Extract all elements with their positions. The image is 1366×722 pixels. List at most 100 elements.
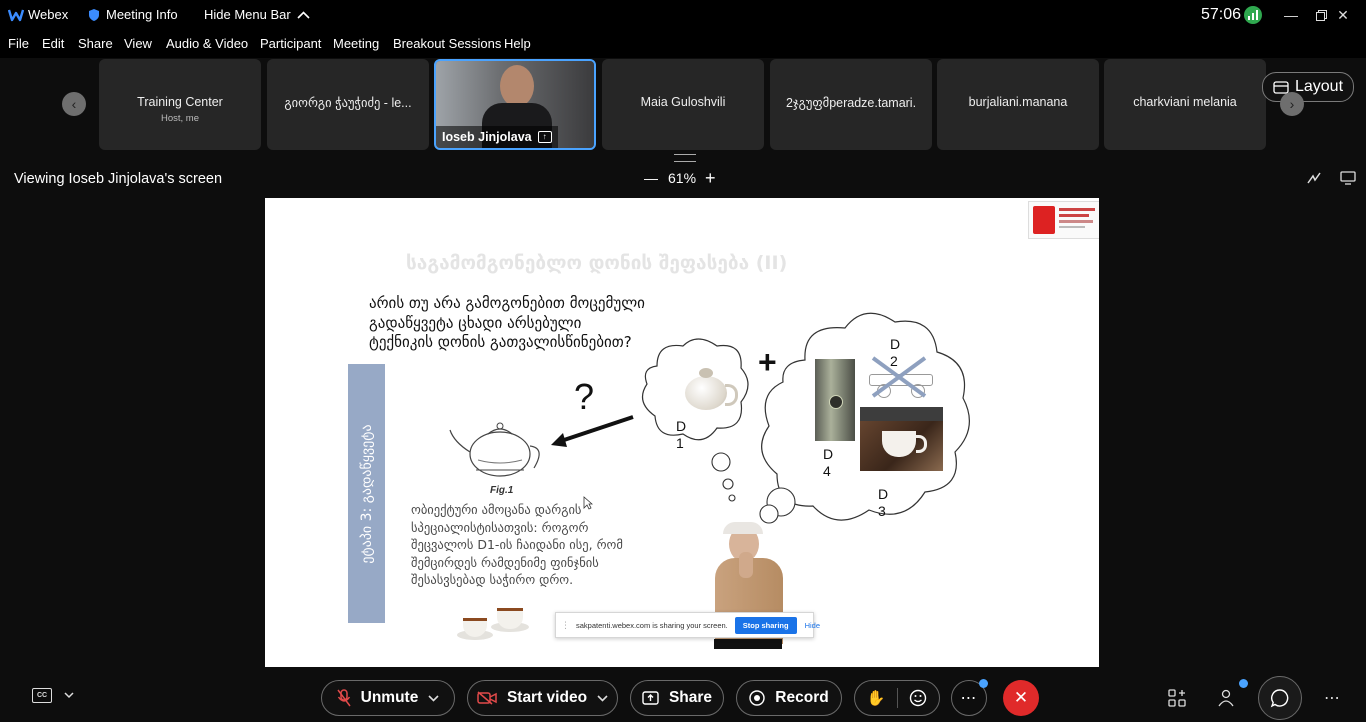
menu-file[interactable]: File	[8, 36, 29, 51]
participant-tile-active[interactable]: Ioseb Jinjolava ↑	[434, 59, 596, 150]
participant-name: charkviani melania	[1133, 95, 1237, 109]
app-name: Webex	[28, 7, 69, 22]
menu-share[interactable]: Share	[78, 36, 113, 51]
sharing-notice-text: sakpatenti.webex.com is sharing your scr…	[576, 620, 728, 630]
scroll-left-button[interactable]: ‹	[62, 92, 86, 116]
coffee-press-photo	[815, 359, 855, 441]
figure-label: Fig.1	[490, 485, 514, 496]
participant-name: Training Center	[137, 95, 223, 109]
menu-help[interactable]: Help	[504, 36, 531, 51]
annotate-icon[interactable]	[1306, 170, 1322, 189]
body-line: შეცვალოს D1-ის ჩაიდანი ისე, რომ	[411, 537, 623, 552]
unmute-button[interactable]: Unmute	[321, 680, 455, 716]
participants-notification-dot	[1239, 679, 1248, 688]
zoom-in-button[interactable]: +	[705, 168, 716, 189]
captions-button[interactable]: CC	[32, 688, 74, 703]
grip-icon[interactable]: ⋮	[561, 620, 570, 631]
participant-tile[interactable]: Training Center Host, me	[99, 59, 261, 150]
close-icon[interactable]: ✕	[1320, 0, 1366, 30]
menu-audio-video[interactable]: Audio & Video	[166, 36, 248, 51]
question-line: ტექნიკის დონის გათვალისწინებით?	[369, 333, 632, 351]
participant-role: Host, me	[160, 113, 199, 124]
sharing-icon: ↑	[537, 131, 552, 143]
slide-body-text: ობიექტური ამოცანა დარგის სპეციალისტისათვ…	[411, 501, 623, 589]
record-label: Record	[775, 689, 829, 706]
chevron-up-icon	[297, 11, 310, 19]
menu-view[interactable]: View	[124, 36, 152, 51]
close-icon: ✕	[1013, 688, 1029, 707]
shared-screen: საგამომგონებლო დონის შეფასება (II) არის …	[265, 198, 1099, 667]
signal-icon[interactable]	[1244, 6, 1262, 24]
shield-icon	[89, 9, 99, 21]
slide-title: საგამომგონებლო დონის შეფასება (II)	[406, 252, 788, 274]
start-video-button[interactable]: Start video	[467, 680, 618, 716]
dark-strip	[714, 639, 782, 649]
muted-mic-icon	[337, 689, 351, 707]
cart-sketch	[863, 356, 941, 400]
arrow-icon	[551, 415, 634, 447]
participant-tile[interactable]: Maia Guloshvili	[602, 59, 764, 150]
chevron-down-icon[interactable]	[597, 694, 608, 702]
viewing-label: Viewing Ioseb Jinjolava's screen	[14, 171, 223, 187]
webex-logo-icon	[7, 8, 25, 22]
hide-menu-bar-button[interactable]: Hide Menu Bar	[204, 0, 310, 30]
participant-tile[interactable]: 2ჯგუფმperadze.tamari.	[770, 59, 932, 150]
leave-meeting-button[interactable]: ✕	[1003, 680, 1039, 716]
coffee-cup-photo	[860, 407, 943, 471]
emoji-icon[interactable]	[909, 689, 927, 707]
share-label: Share	[668, 689, 713, 706]
meeting-timer: 57:06	[1201, 6, 1242, 23]
participant-tile[interactable]: charkviani melania	[1104, 59, 1266, 150]
menu-edit[interactable]: Edit	[42, 36, 64, 51]
hide-menu-label: Hide Menu Bar	[204, 7, 291, 22]
more-panel-icon[interactable]: ⋯	[1324, 688, 1340, 708]
tea-cups-photo	[455, 608, 533, 654]
participant-tile[interactable]: გიორგი ჭაუჭიძე - le...	[267, 59, 429, 150]
label-d3: D 3	[878, 486, 889, 519]
hide-notice-link[interactable]: Hide	[805, 621, 820, 630]
cc-icon: CC	[32, 688, 52, 703]
reactions-group: ✋	[854, 680, 940, 716]
share-icon	[642, 691, 659, 705]
mouse-cursor-icon	[583, 496, 593, 510]
body-line: სპეციალისტისათვის: როგორ	[411, 519, 589, 535]
menu-participant[interactable]: Participant	[260, 36, 321, 51]
participant-name: გიორგი ჭაუჭიძე - le...	[284, 96, 412, 110]
scroll-right-button[interactable]: ›	[1280, 92, 1304, 116]
menu-meeting[interactable]: Meeting	[333, 36, 379, 51]
sakpatenti-logo	[1028, 201, 1099, 239]
body-line: შემცირდეს რამდენიმე ფინჯნის	[411, 554, 599, 570]
notification-dot	[979, 679, 988, 688]
stage-label: ეტაპი 3: გადაწყვეტა	[358, 423, 375, 564]
participant-name: burjaliani.manana	[968, 95, 1068, 109]
start-video-label: Start video	[506, 689, 588, 706]
meeting-info-button[interactable]: Meeting Info	[88, 0, 178, 30]
teapot-photo	[677, 366, 738, 416]
chat-icon	[1270, 689, 1289, 708]
share-button[interactable]: Share	[630, 680, 724, 716]
participant-name: 2ჯგუფმperadze.tamari.	[785, 96, 917, 110]
record-button[interactable]: Record	[736, 680, 842, 716]
menu-breakout-sessions[interactable]: Breakout Sessions	[393, 36, 501, 51]
layout-button[interactable]: Layout	[1262, 72, 1354, 102]
record-icon	[749, 690, 765, 706]
participant-tile[interactable]: burjaliani.manana	[937, 59, 1099, 150]
resize-handle[interactable]	[674, 154, 696, 162]
label-d1: D 1	[676, 418, 687, 451]
chat-button[interactable]	[1258, 676, 1302, 720]
teapot-sketch	[449, 422, 540, 477]
question-line: არის თუ არა გამოგონებით მოცემული	[369, 294, 645, 312]
label-d4: D 4	[823, 446, 834, 479]
zoom-level: 61%	[668, 170, 697, 186]
chevron-down-icon[interactable]	[428, 694, 439, 702]
raise-hand-icon[interactable]: ✋	[867, 689, 886, 707]
stop-sharing-button[interactable]: Stop sharing	[734, 616, 797, 634]
unmute-label: Unmute	[360, 689, 419, 706]
apps-icon[interactable]	[1168, 689, 1186, 710]
chevron-down-icon	[64, 692, 74, 699]
zoom-out-button[interactable]: —	[644, 170, 658, 186]
question-mark: ?	[574, 376, 595, 417]
participant-name: Maia Guloshvili	[640, 95, 726, 109]
participants-icon[interactable]	[1218, 689, 1238, 710]
remote-control-icon[interactable]	[1340, 171, 1356, 188]
